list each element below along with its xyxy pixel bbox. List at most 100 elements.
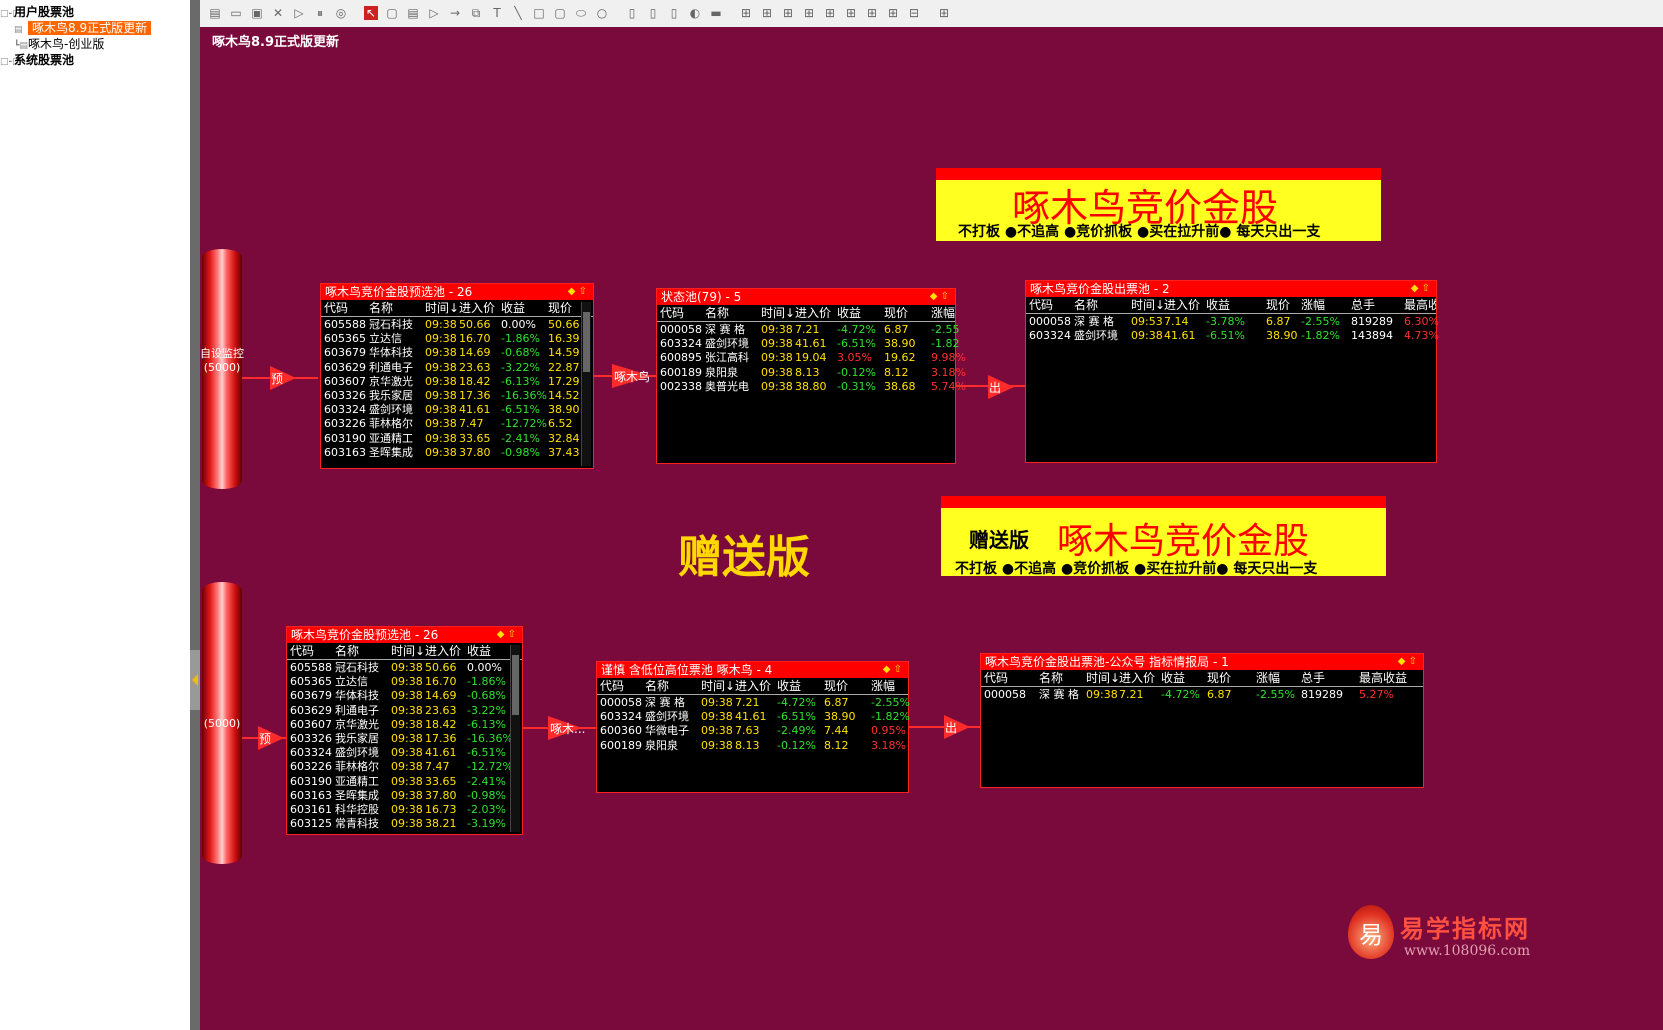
table-row[interactable]: 600189 泉阳泉 09:38 8.13 -0.12% 8.12 3.18% — [657, 366, 966, 380]
column-header[interactable]: 名称 — [705, 305, 729, 321]
pool-pin-icon[interactable]: ◆ ⇧ — [930, 289, 949, 305]
column-header[interactable]: 代码 — [1029, 297, 1053, 313]
panel-splitter[interactable] — [190, 0, 200, 1030]
column-header[interactable]: 收益 — [467, 643, 491, 659]
pointer-icon[interactable]: ↖ — [364, 6, 378, 20]
out-pool[interactable]: 啄木鸟竞价金股出票池 - 2 ◆ ⇧ 代码 名称 时间↓进入价收益 现价涨幅 总手 最高收 00… — [1025, 280, 1439, 463]
table-row[interactable]: 600895 张江高科 09:38 19.04 3.05% 19.62 9.98% — [657, 351, 966, 365]
column-header[interactable]: 进入价 — [425, 643, 461, 659]
triangle-icon[interactable]: ▷ — [427, 6, 441, 20]
column-header[interactable]: 代码 — [290, 643, 314, 659]
column-header[interactable]: 现价 — [884, 305, 908, 321]
column-header[interactable]: 进入价 — [1164, 297, 1200, 313]
tree-node[interactable]: □-□用户股票池 — [0, 4, 74, 20]
table-row[interactable]: 603324 盛剑环境 09:38 41.61 -6.51% — [287, 746, 522, 760]
column-header[interactable]: 涨幅 — [1301, 297, 1325, 313]
column-header[interactable]: 时间↓ — [391, 643, 425, 659]
table-row[interactable]: 603607 京华激光 09:38 18.42 -6.13% — [287, 718, 522, 732]
pool-scrollbar[interactable] — [510, 645, 520, 832]
flow-node-pre[interactable]: 预 — [258, 726, 284, 750]
monitor-cylinder[interactable]: (5000) — [202, 582, 242, 864]
column-header[interactable]: 总手 — [1351, 297, 1375, 313]
play-icon[interactable]: ▷ — [292, 6, 306, 20]
column-header[interactable]: 总手 — [1301, 670, 1325, 686]
table-row[interactable]: 603190 亚通精工 09:38 33.65 -2.41% — [287, 775, 522, 789]
column-header[interactable]: 收益 — [1206, 297, 1230, 313]
table-row[interactable]: 000058 深 赛 格 09:38 7.21 -4.72% 6.87 -2.55 — [657, 323, 959, 337]
table-row[interactable]: 002338 奥普光电 09:38 38.80 -0.31% 38.68 5.74% — [657, 380, 966, 394]
trash-icon[interactable]: ▯ — [667, 6, 681, 20]
pause-icon[interactable]: ⏸ — [313, 6, 327, 20]
column-header[interactable]: 涨幅 — [931, 305, 955, 321]
column-header[interactable]: 收益 — [1161, 670, 1185, 686]
column-header[interactable]: 进入价 — [459, 300, 495, 316]
flow-node-out[interactable]: 出 — [988, 375, 1014, 399]
pool-title[interactable]: 啄木鸟竞价金股预选池 - 26 ◆ ⇧ — [321, 284, 593, 300]
table-row[interactable]: 603324 盛剑环境 09:38 41.61 -6.51% 38.90 — [321, 403, 593, 417]
column-header[interactable]: 时间↓ — [701, 678, 735, 694]
table-row[interactable]: 605365 立达信 09:38 16.70 -1.86% — [287, 675, 522, 689]
table-row[interactable]: 000058 深 赛 格 09:38 7.21 -4.72% 6.87 -2.55% — [597, 696, 910, 710]
pool-title[interactable]: 状态池(79) - 5 ◆ ⇧ — [657, 289, 955, 305]
align-middle-icon[interactable]: ⊞ — [823, 6, 837, 20]
column-header[interactable]: 时间↓ — [1086, 670, 1120, 686]
delete-icon[interactable]: ✕ — [271, 6, 285, 20]
table-row[interactable]: 605588 冠石科技 09:38 50.66 0.00% — [287, 661, 522, 675]
column-header[interactable]: 名称 — [645, 678, 669, 694]
text-icon[interactable]: T — [490, 6, 504, 20]
size-icon[interactable]: ⊟ — [907, 6, 921, 20]
pool-pin-icon[interactable]: ◆ ⇧ — [568, 284, 587, 300]
column-header[interactable]: 代码 — [984, 670, 1008, 686]
align-bottom-icon[interactable]: ⊞ — [844, 6, 858, 20]
pool-pin-icon[interactable]: ◆ ⇧ — [497, 627, 516, 643]
table-row[interactable]: 603326 我乐家居 09:38 17.36 -16.36% — [287, 732, 522, 746]
table-row[interactable]: 603226 菲林格尔 09:38 7.47 -12.72% 6.52 — [321, 417, 593, 431]
stop-icon[interactable]: ◎ — [334, 6, 348, 20]
column-header[interactable]: 进入价 — [795, 305, 831, 321]
column-header[interactable]: 现价 — [1207, 670, 1231, 686]
tree-node[interactable]: ▤ 啄木鸟8.9正式版更新 — [14, 20, 152, 36]
column-header[interactable]: 收益 — [501, 300, 525, 316]
table-row[interactable]: 603324 盛剑环境 09:38 41.61 -6.51% 38.90 -1.82 — [657, 337, 959, 351]
new-icon[interactable]: ▤ — [208, 6, 222, 20]
paste-icon[interactable]: ▯ — [646, 6, 660, 20]
column-header[interactable]: 收益 — [837, 305, 861, 321]
tree-node[interactable]: □-□系统股票池 — [0, 52, 74, 68]
align-top-icon[interactable]: ⊞ — [802, 6, 816, 20]
column-header[interactable]: 名称 — [1039, 670, 1063, 686]
scrollbar-thumb[interactable] — [583, 312, 590, 372]
group-icon[interactable]: ⧉ — [469, 6, 483, 20]
column-header[interactable]: 进入价 — [1119, 670, 1155, 686]
pool-pin-icon[interactable]: ◆ ⇧ — [1411, 281, 1430, 297]
align-right-icon[interactable]: ⊞ — [781, 6, 795, 20]
column-header[interactable]: 时间↓ — [1131, 297, 1165, 313]
table-row[interactable]: 000058 深 赛 格 09:53 7.14 -3.78% 6.87 -2.55% 8192… — [1026, 315, 1439, 329]
flow-node-woodpecker[interactable]: 啄木鸟 — [612, 364, 652, 388]
column-header[interactable]: 最高收益 — [1359, 670, 1407, 686]
table-row[interactable]: 000058 深 赛 格 09:38 7.21 -4.72% 6.87 -2.55% 8192… — [981, 688, 1423, 702]
table-row[interactable]: 603324 盛剑环境 09:38 41.61 -6.51% 38.90 -1.82% — [597, 710, 910, 724]
align-left-icon[interactable]: ⊞ — [739, 6, 753, 20]
table-row[interactable]: 605588 冠石科技 09:38 50.66 0.00% 50.66 — [321, 318, 593, 332]
lock-icon[interactable]: ⊞ — [937, 6, 951, 20]
save-icon[interactable]: ▣ — [250, 6, 264, 20]
table-row[interactable]: 603163 圣晖集成 09:38 37.80 -0.98% 37.43 — [321, 446, 593, 460]
table-row[interactable]: 600189 泉阳泉 09:38 8.13 -0.12% 8.12 3.18% — [597, 739, 908, 753]
arrow-icon[interactable]: → — [448, 6, 462, 20]
linestyle-icon[interactable]: ▬ — [709, 6, 723, 20]
table-row[interactable]: 603679 华体科技 09:38 14.69 -0.68% — [287, 689, 522, 703]
pool-scrollbar[interactable] — [581, 302, 591, 466]
rect-icon[interactable]: □ — [532, 6, 546, 20]
column-header[interactable]: 最高收 — [1404, 297, 1436, 313]
pool-title[interactable]: 啄木鸟竞价金股预选池 - 26 ◆ ⇧ — [287, 627, 522, 643]
tree-node[interactable]: ┗▤啄木鸟-创业版 — [14, 36, 104, 52]
pre-select-pool[interactable]: 啄木鸟竞价金股预选池 - 26 ◆ ⇧ 代码 名称 时间↓ 进入价 收益 605588 冠石科技… — [286, 626, 523, 835]
column-header[interactable]: 代码 — [660, 305, 684, 321]
collapse-handle[interactable] — [190, 650, 200, 710]
pool-title[interactable]: 啄木鸟竞价金股出票池 - 2 ◆ ⇧ — [1026, 281, 1436, 297]
scrollbar-thumb[interactable] — [512, 655, 519, 715]
column-header[interactable]: 涨幅 — [871, 678, 895, 694]
table-row[interactable]: 603190 亚通精工 09:38 33.65 -2.41% 32.84 — [321, 432, 593, 446]
table-row[interactable]: 603326 我乐家居 09:38 17.36 -16.36% 14.52 — [321, 389, 593, 403]
table-row[interactable]: 603163 圣晖集成 09:38 37.80 -0.98% — [287, 789, 522, 803]
